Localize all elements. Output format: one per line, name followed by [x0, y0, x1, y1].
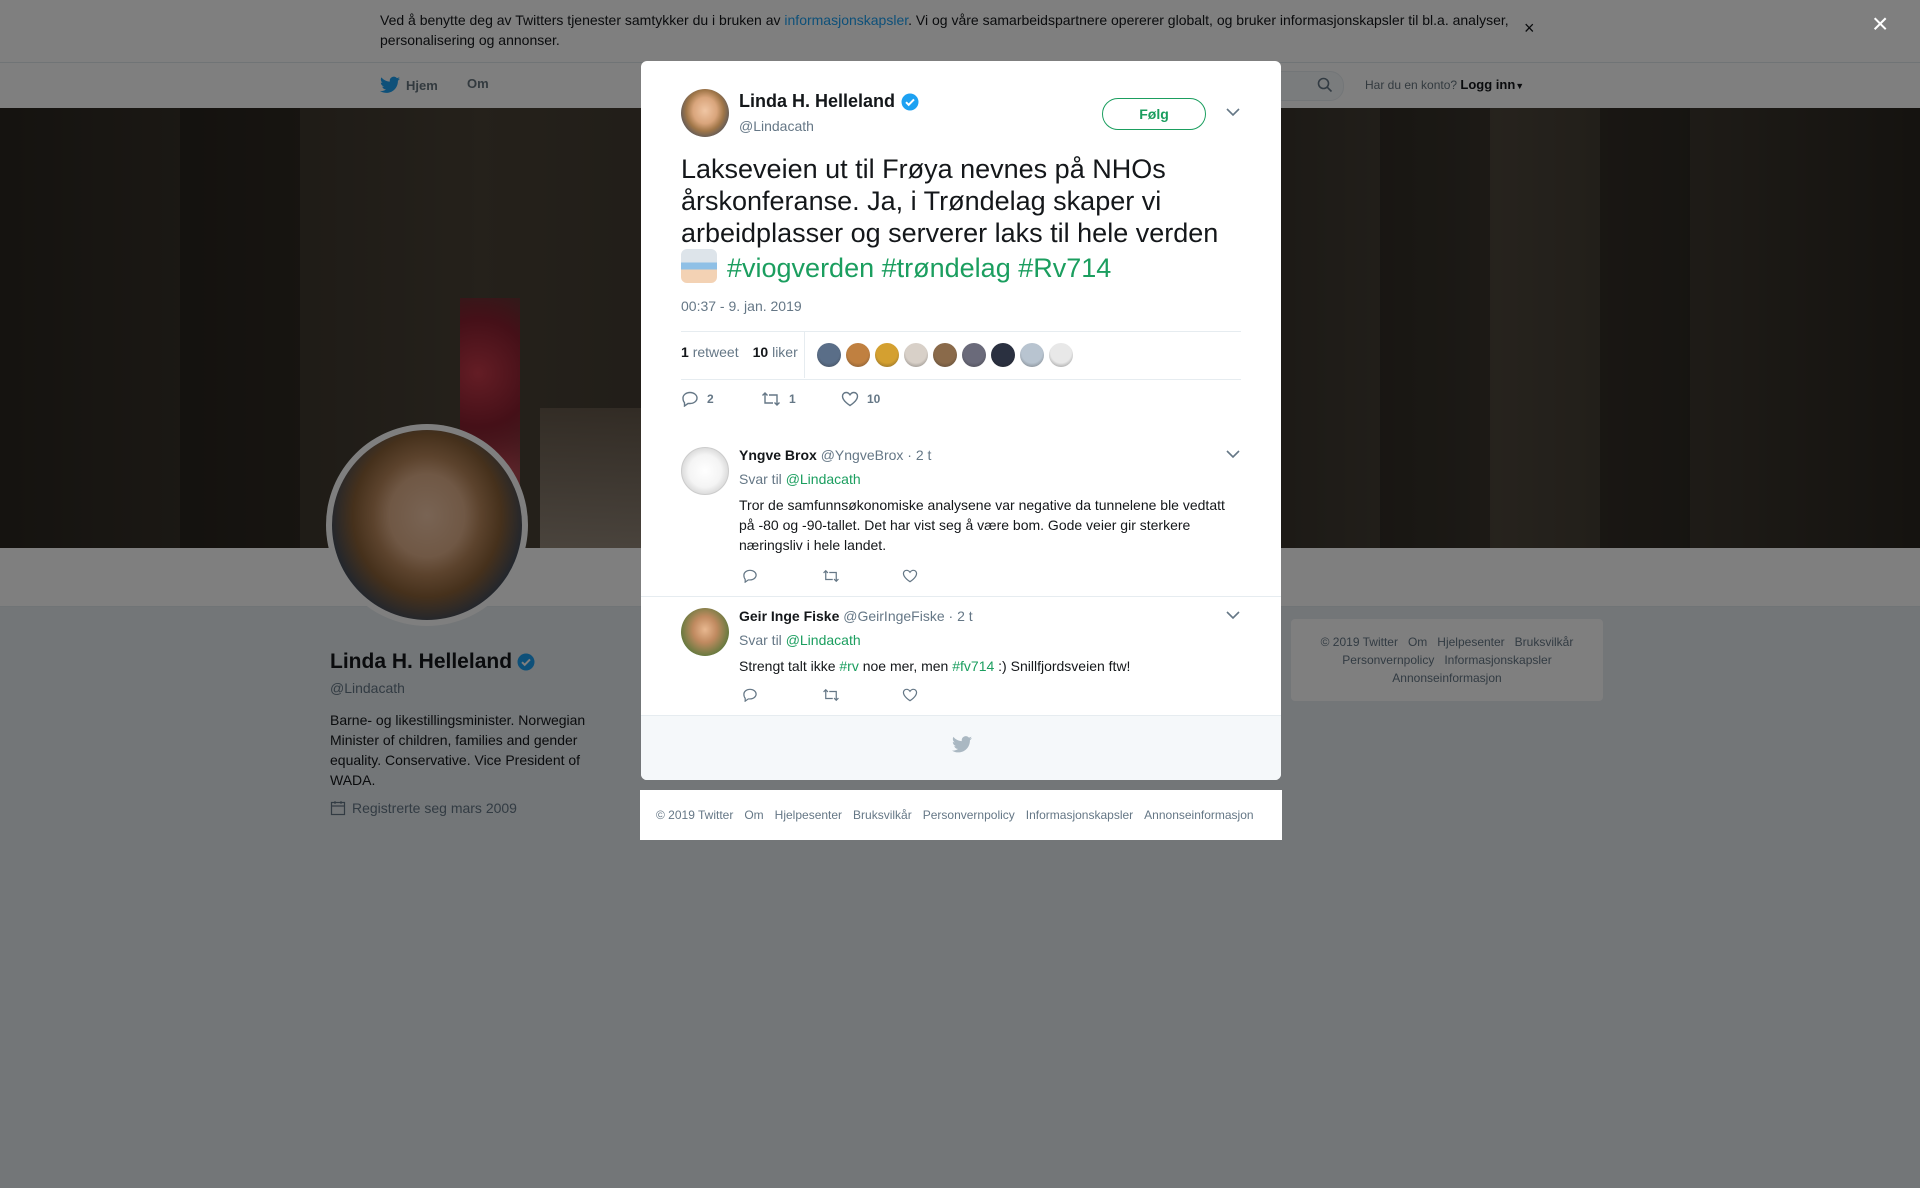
retweet-icon — [762, 392, 780, 406]
retweet-action[interactable]: 1 — [761, 391, 841, 407]
reply-author-name[interactable]: Yngve Brox — [739, 447, 817, 463]
footer-link[interactable]: Personvernpolicy — [923, 808, 1015, 822]
close-modal-button[interactable]: × — [1872, 10, 1888, 38]
reply-author-avatar[interactable] — [681, 447, 729, 495]
divider — [681, 331, 1241, 332]
tweet-author-handle[interactable]: @Lindacath — [739, 118, 814, 134]
liker-avatar[interactable] — [875, 343, 899, 367]
tweet-stats: 1 retweet 10 liker — [681, 344, 798, 360]
man-technologist-emoji-icon — [681, 249, 717, 283]
reply-time[interactable]: · 2 t — [907, 447, 931, 463]
chevron-down-icon[interactable] — [1226, 610, 1240, 620]
retweet-icon — [823, 569, 839, 583]
footer-link[interactable]: Hjelpesenter — [775, 808, 842, 822]
verified-badge-icon — [901, 93, 919, 110]
retweet-icon — [823, 688, 839, 702]
reply-to-link[interactable]: @Lindacath — [786, 632, 861, 648]
reply-action[interactable] — [742, 569, 822, 588]
tweet-text: Lakseveien ut til Frøya nevnes på NHOs å… — [681, 154, 1219, 283]
reply-to: Svar til @Lindacath — [739, 632, 861, 648]
heart-icon — [902, 569, 918, 583]
reply-to-link[interactable]: @Lindacath — [786, 471, 861, 487]
reply-tweet[interactable]: Yngve Brox @YngveBrox · 2 t Svar til @Li… — [641, 447, 1281, 597]
footer-link[interactable]: Om — [744, 808, 763, 822]
like-action[interactable]: 10 — [841, 391, 921, 407]
liker-avatar[interactable] — [846, 343, 870, 367]
reply-icon — [743, 688, 757, 703]
liker-avatar[interactable] — [1049, 343, 1073, 367]
hashtag-link[interactable]: #Rv714 — [1018, 253, 1111, 283]
reply-author-avatar[interactable] — [681, 608, 729, 656]
footer-link[interactable]: Bruksvilkår — [853, 808, 912, 822]
footer-link[interactable]: Annonseinformasjon — [1144, 808, 1253, 822]
hashtag-link[interactable]: #trøndelag — [882, 253, 1011, 283]
twitter-bird-icon — [952, 736, 972, 753]
reply-author-name[interactable]: Geir Inge Fiske — [739, 608, 839, 624]
reply-to: Svar til @Lindacath — [739, 471, 861, 487]
reply-actions — [742, 688, 982, 707]
liker-avatar[interactable] — [991, 343, 1015, 367]
like-action[interactable] — [902, 569, 982, 588]
reply-icon — [682, 391, 698, 407]
modal-page-footer: © 2019 Twitter Om Hjelpesenter Bruksvilk… — [640, 790, 1282, 840]
reply-action[interactable]: 2 — [681, 391, 761, 407]
like-action[interactable] — [902, 688, 982, 707]
reply-tweet[interactable]: Geir Inge Fiske @GeirIngeFiske · 2 t Sva… — [641, 608, 1281, 708]
reply-header: Geir Inge Fiske @GeirIngeFiske · 2 t — [739, 608, 973, 624]
heart-icon — [902, 688, 918, 702]
reply-action[interactable] — [742, 688, 822, 707]
divider — [641, 596, 1281, 597]
reply-icon — [743, 569, 757, 584]
retweet-action[interactable] — [822, 569, 902, 588]
tweet-timestamp[interactable]: 00:37 - 9. jan. 2019 — [681, 298, 802, 314]
tweet-author-name[interactable]: Linda H. Helleland — [739, 91, 919, 112]
follow-button[interactable]: Følg — [1102, 98, 1206, 130]
chevron-down-icon[interactable] — [1226, 107, 1240, 117]
reply-time[interactable]: · 2 t — [949, 608, 973, 624]
heart-icon — [841, 391, 859, 407]
divider — [804, 332, 805, 378]
reply-text: Strengt talt ikke #rv noe mer, men #fv71… — [739, 658, 1131, 674]
tweet-author-avatar[interactable] — [681, 89, 729, 137]
likes-stat-link[interactable]: 10 liker — [753, 344, 798, 360]
reply-text: Tror de samfunnsøkonomiske analysene var… — [739, 497, 1225, 553]
reply-author-handle[interactable]: @YngveBrox — [821, 447, 904, 463]
reply-header: Yngve Brox @YngveBrox · 2 t — [739, 447, 931, 463]
reply-actions — [742, 569, 982, 588]
retweet-action[interactable] — [822, 688, 902, 707]
hashtag-link[interactable]: #rv — [839, 658, 858, 674]
tweet-modal: Linda H. Helleland @Lindacath Følg Lakse… — [641, 61, 1281, 780]
retweet-stat-link[interactable]: 1 retweet — [681, 344, 739, 360]
reply-author-handle[interactable]: @GeirIngeFiske — [843, 608, 944, 624]
hashtag-link[interactable]: #viogverden — [727, 253, 874, 283]
hashtag-link[interactable]: #fv714 — [952, 658, 994, 674]
liker-avatar[interactable] — [904, 343, 928, 367]
tweet-actions: 2 1 10 — [681, 391, 921, 407]
footer-link[interactable]: © 2019 Twitter — [656, 808, 733, 822]
liker-avatar[interactable] — [933, 343, 957, 367]
liker-avatar[interactable] — [962, 343, 986, 367]
liker-avatar[interactable] — [1020, 343, 1044, 367]
likers-avatars — [817, 343, 1073, 367]
chevron-down-icon[interactable] — [1226, 449, 1240, 459]
modal-footer — [641, 715, 1281, 780]
footer-link[interactable]: Informasjonskapsler — [1026, 808, 1133, 822]
liker-avatar[interactable] — [817, 343, 841, 367]
divider — [681, 379, 1241, 380]
